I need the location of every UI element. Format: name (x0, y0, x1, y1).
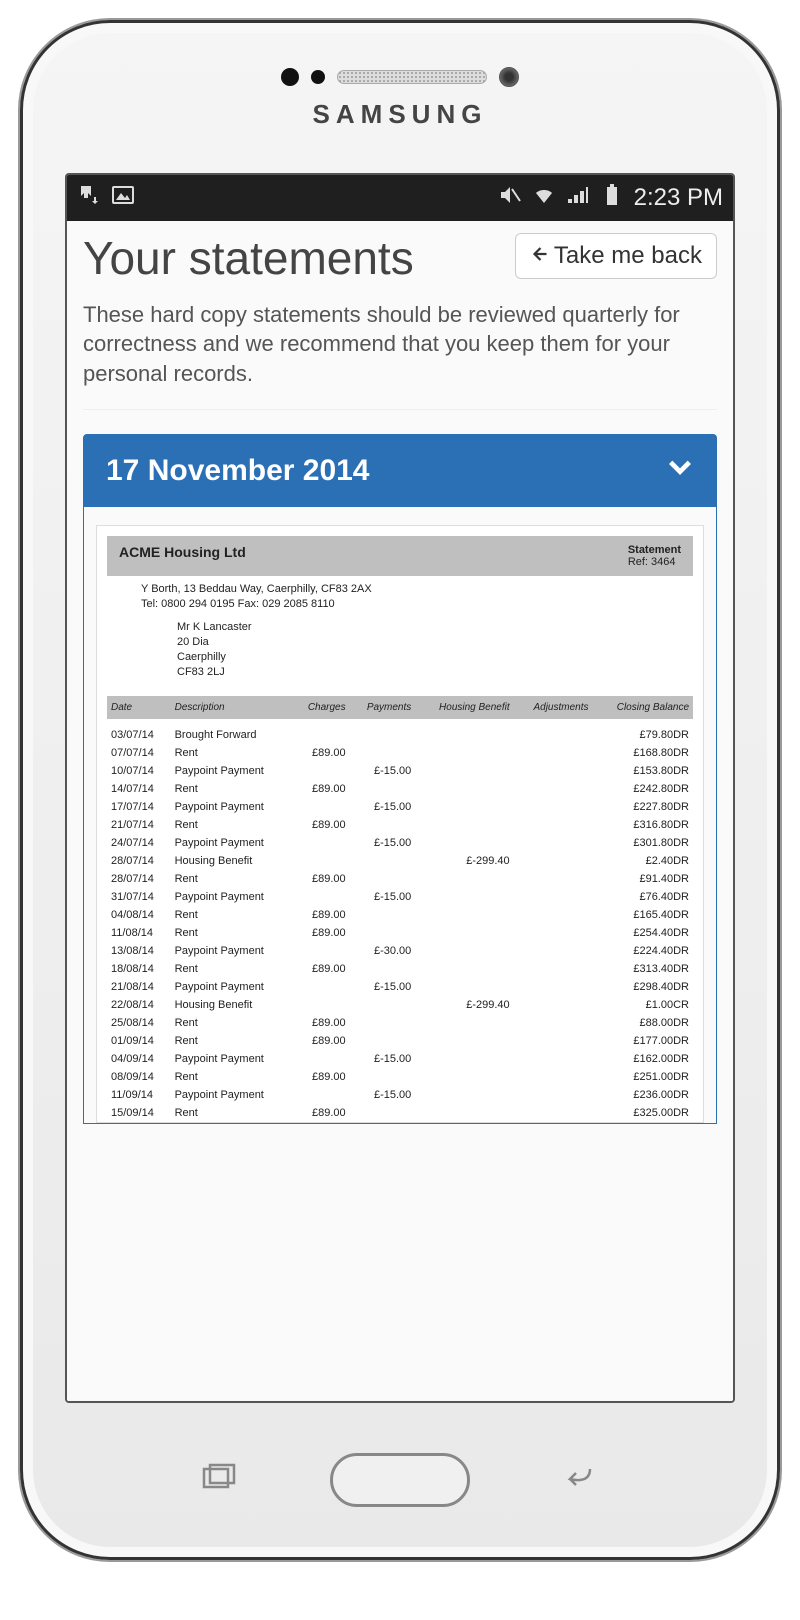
home-button[interactable] (330, 1453, 470, 1507)
arrow-left-icon (530, 242, 548, 270)
proximity-sensor-icon (281, 68, 299, 86)
company-address: Y Borth, 13 Beddau Way, Caerphilly, CF83… (107, 576, 693, 617)
statement-accordion: 17 November 2014 ACME Housing Ltd Statem… (83, 434, 717, 1124)
col-housing-benefit: Housing Benefit (415, 696, 513, 719)
table-row: 17/07/14Paypoint Payment£-15.00£227.80DR (107, 798, 693, 816)
signal-icon (566, 183, 590, 213)
table-row: 11/09/14Paypoint Payment£-15.00£236.00DR (107, 1086, 693, 1104)
col-closing-balance: Closing Balance (593, 696, 694, 719)
back-button[interactable]: Take me back (515, 233, 717, 279)
col-charges: Charges (292, 696, 349, 719)
table-row: 28/07/14Housing Benefit£-299.40£2.40DR (107, 852, 693, 870)
table-row: 08/09/14Rent£89.00£251.00DR (107, 1068, 693, 1086)
table-row: 11/08/14Rent£89.00£254.40DR (107, 924, 693, 942)
table-row: 18/08/14Rent£89.00£313.40DR (107, 960, 693, 978)
mute-icon (498, 183, 522, 213)
table-row: 10/07/14Paypoint Payment£-15.00£153.80DR (107, 762, 693, 780)
phone-bottom-bezel (23, 1403, 777, 1557)
table-row: 21/08/14Paypoint Payment£-15.00£298.40DR (107, 978, 693, 996)
battery-icon (600, 183, 624, 213)
gallery-icon (111, 183, 135, 213)
accordion-header[interactable]: 17 November 2014 (84, 435, 716, 507)
table-row: 15/09/14Rent£89.00£325.00DR (107, 1104, 693, 1122)
col-payments: Payments (350, 696, 416, 719)
company-name: ACME Housing Ltd (119, 544, 246, 560)
table-row: 04/09/14Paypoint Payment£-15.00£162.00DR (107, 1050, 693, 1068)
table-header-row: Date Description Charges Payments Housin… (107, 696, 693, 719)
light-sensor-icon (311, 70, 325, 84)
chevron-down-icon (666, 453, 694, 489)
table-row: 13/08/14Paypoint Payment£-30.00£224.40DR (107, 942, 693, 960)
table-row: 14/07/14Rent£89.00£242.80DR (107, 780, 693, 798)
screen: 2:23 PM Your statements Take me back The… (65, 173, 735, 1403)
status-time: 2:23 PM (634, 184, 723, 212)
table-row: 07/07/14Rent£89.00£168.80DR (107, 744, 693, 762)
table-row: 24/07/14Paypoint Payment£-15.00£301.80DR (107, 834, 693, 852)
android-status-bar: 2:23 PM (67, 175, 733, 221)
wifi-icon (532, 183, 556, 213)
back-hardware-icon[interactable] (560, 1463, 600, 1498)
recent-apps-icon[interactable] (200, 1463, 240, 1498)
col-date: Date (107, 696, 171, 719)
table-row: 25/08/14Rent£89.00£88.00DR (107, 1014, 693, 1032)
front-camera-icon (499, 67, 519, 87)
page-title: Your statements (83, 233, 414, 284)
table-row: 28/07/14Rent£89.00£91.40DR (107, 870, 693, 888)
col-description: Description (171, 696, 293, 719)
device-brand: SAMSUNG (313, 99, 488, 130)
recipient-address: Mr K Lancaster20 DiaCaerphillyCF83 2LJ (107, 616, 693, 695)
back-button-label: Take me back (554, 242, 702, 270)
app-content[interactable]: Your statements Take me back These hard … (67, 221, 733, 1401)
table-row: 04/08/14Rent£89.00£165.40DR (107, 906, 693, 924)
earpiece-speaker-icon (337, 70, 487, 84)
table-row: 31/07/14Paypoint Payment£-15.00£76.40DR (107, 888, 693, 906)
phone-frame: SAMSUNG (20, 20, 780, 1560)
table-row: 03/07/14Brought Forward£79.80DR (107, 719, 693, 744)
accordion-date: 17 November 2014 (106, 454, 370, 488)
intro-text: These hard copy statements should be rev… (83, 300, 717, 410)
phone-top-bezel: SAMSUNG (23, 23, 777, 173)
statement-table: Date Description Charges Payments Housin… (107, 696, 693, 1122)
statement-document[interactable]: ACME Housing Ltd Statement Ref: 3464 Y B… (96, 525, 704, 1123)
statement-ref: Statement Ref: 3464 (628, 544, 681, 568)
download-icon (77, 183, 101, 213)
statement-header: ACME Housing Ltd Statement Ref: 3464 (107, 536, 693, 576)
col-adjustments: Adjustments (514, 696, 593, 719)
table-row: 01/09/14Rent£89.00£177.00DR (107, 1032, 693, 1050)
table-row: 21/07/14Rent£89.00£316.80DR (107, 816, 693, 834)
table-row: 22/08/14Housing Benefit£-299.40£1.00CR (107, 996, 693, 1014)
